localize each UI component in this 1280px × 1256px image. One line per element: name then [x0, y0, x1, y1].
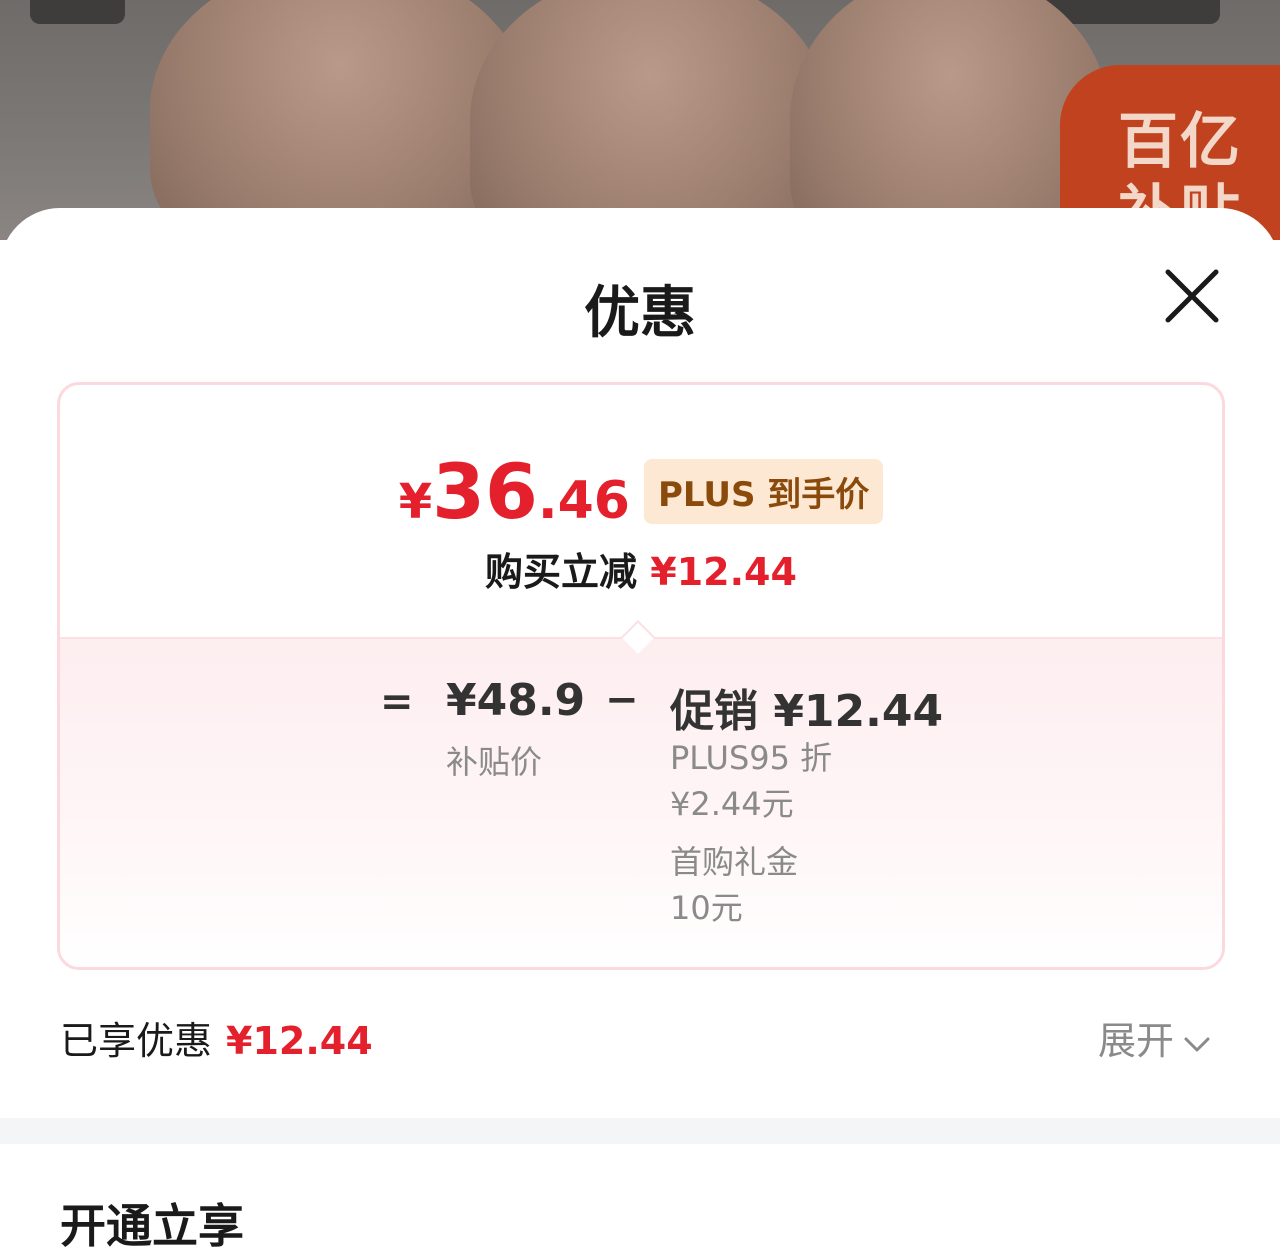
- final-price: ¥36.46: [398, 447, 630, 536]
- product-image-background: 百亿 补贴: [0, 0, 1280, 240]
- promotion-item-name: PLUS95 折: [670, 739, 833, 777]
- open-membership-section-title: 开通立享: [60, 1199, 244, 1253]
- close-button[interactable]: [1160, 264, 1224, 328]
- expand-label: 展开: [1098, 1019, 1175, 1063]
- back-button-chip: [30, 0, 125, 24]
- close-icon: [1165, 269, 1219, 323]
- instant-discount-label: 购买立减: [485, 550, 638, 594]
- subsidy-price-label: 补贴价: [446, 743, 543, 781]
- subsidy-price: ¥48.9: [446, 675, 586, 726]
- minus-sign: −: [605, 677, 639, 723]
- equals-sign: =: [380, 679, 414, 725]
- discount-sheet: 优惠 ¥36.46 PLUS 到手价 购买立减 ¥12.44 = ¥48.9 补贴…: [0, 208, 1280, 1253]
- final-price-section: ¥36.46 PLUS 到手价 购买立减 ¥12.44: [60, 385, 1222, 637]
- chevron-down-icon: [1184, 1037, 1210, 1051]
- promotion-item-amount: 10元: [670, 889, 743, 927]
- promotion-item-name: 首购礼金: [670, 843, 799, 881]
- instant-discount: 购买立减 ¥12.44: [60, 541, 1222, 596]
- promotion-item: 首购礼金 10元: [670, 839, 798, 931]
- instant-discount-amount: ¥12.44: [650, 550, 797, 594]
- promotion-item: PLUS95 折 ¥2.44元: [670, 735, 832, 827]
- enjoyed-discount-label: 已享优惠: [60, 1019, 213, 1063]
- expand-button[interactable]: 展开: [1098, 1010, 1212, 1065]
- plus-price-tag: PLUS 到手价: [643, 459, 884, 524]
- promotion-item-amount: ¥2.44元: [670, 785, 794, 823]
- price-calculation: = ¥48.9 补贴价 − 促销 ¥12.44 PLUS95 折 ¥2.44元 …: [60, 637, 1222, 967]
- sheet-title: 优惠: [584, 281, 696, 346]
- section-divider: [0, 1118, 1280, 1144]
- model-figure: [470, 0, 830, 240]
- price-breakdown-card: ¥36.46 PLUS 到手价 购买立减 ¥12.44 = ¥48.9 补贴价 −…: [57, 382, 1225, 970]
- promotion-total: 促销 ¥12.44: [670, 686, 944, 737]
- enjoyed-discount-row: 已享优惠 ¥12.44: [60, 1010, 373, 1065]
- enjoyed-discount-amount: ¥12.44: [226, 1019, 373, 1063]
